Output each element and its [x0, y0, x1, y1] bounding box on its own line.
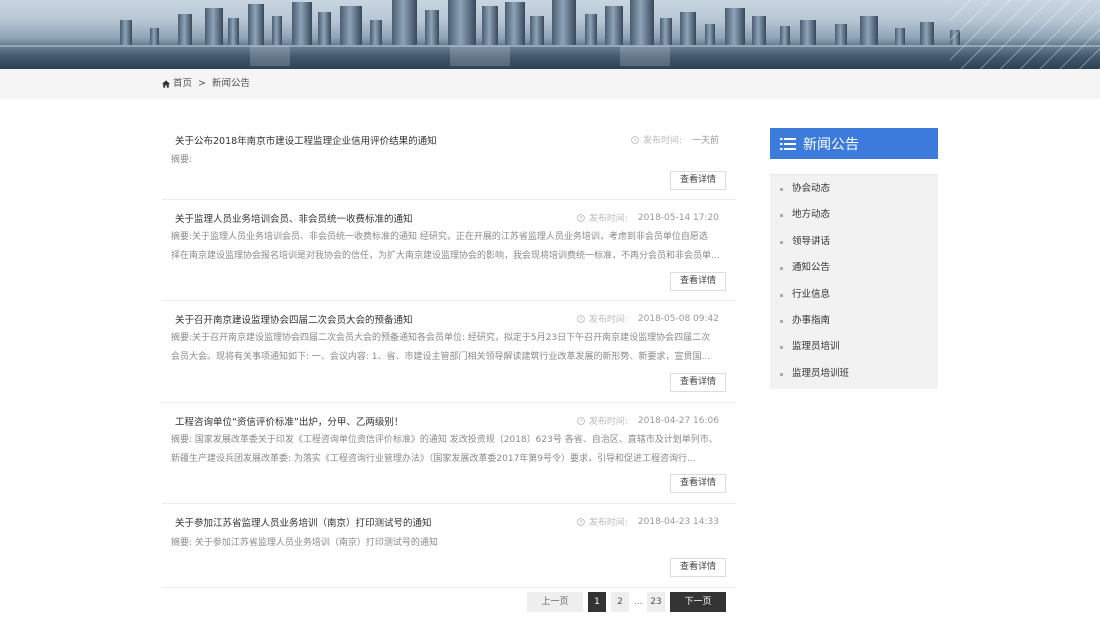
- header-banner: [0, 0, 1100, 69]
- article-title[interactable]: 工程咨询单位“资信评价标准”出炉，分甲、乙两级别！: [175, 414, 403, 428]
- article-item: 关于参加江苏省监理人员业务培训（南京）打印测试号的通知 发布时间: 2018-0…: [162, 504, 736, 588]
- clock-icon: [577, 314, 585, 323]
- article-title[interactable]: 关于公布2018年南京市建设工程监理企业信用评价结果的通知: [175, 133, 437, 147]
- article-date: 发布时间: 2018-04-27 16:06: [577, 414, 719, 427]
- sidebar-item-label: 监理员培训班: [792, 367, 850, 379]
- view-details-button[interactable]: 查看详情: [670, 474, 726, 493]
- article-item: 关于召开南京建设监理协会四届二次会员大会的预备通知 发布时间: 2018-05-…: [162, 301, 736, 403]
- article-summary: 摘要:关于监理人员业务培训会员、非会员统一收费标准的通知 经研究，正在开展的江苏…: [171, 228, 727, 266]
- article-summary: 摘要:: [171, 151, 727, 170]
- bullet-icon: [780, 188, 783, 191]
- article-title[interactable]: 关于参加江苏省监理人员业务培训（南京）打印测试号的通知: [175, 515, 432, 529]
- date-value: 2018-04-23 14:33: [637, 516, 719, 527]
- pagination: 上一页 1 2 ... 23 下一页: [527, 592, 726, 612]
- sidebar-item-supervisor-training[interactable]: 监理员培训: [770, 334, 938, 360]
- summary-line: 摘要:关于召开南京建设监理协会四届二次会员大会的预备通知各会员单位: 经研究，拟…: [171, 333, 711, 343]
- clock-icon: [577, 213, 585, 222]
- article-summary: 摘要: 关于参加江苏省监理人员业务培训（南京）打印测试号的通知: [171, 534, 727, 553]
- view-details-button[interactable]: 查看详情: [670, 373, 726, 392]
- date-label: 发布时间:: [588, 417, 628, 427]
- bullet-icon: [780, 214, 783, 218]
- date-value: 2018-05-08 09:42: [637, 313, 719, 324]
- sidebar-header: 新闻公告: [770, 128, 938, 159]
- article-title[interactable]: 关于监理人员业务培训会员、非会员统一收费标准的通知: [175, 211, 413, 225]
- article-item: 关于监理人员业务培训会员、非会员统一收费标准的通知 发布时间: 2018-05-…: [162, 200, 736, 301]
- home-icon: [162, 80, 170, 88]
- next-page-button[interactable]: 下一页: [670, 592, 726, 612]
- date-value: 一天前: [691, 136, 719, 146]
- article-date: 发布时间: 2018-05-08 09:42: [577, 312, 719, 325]
- bullet-icon: [780, 267, 783, 271]
- summary-line: 择在南京建设监理协会报名培训是对我协会的信任，为扩大南京建设监理协会的影响，我会…: [171, 251, 720, 261]
- article-title[interactable]: 关于召开南京建设监理协会四届二次会员大会的预备通知: [175, 312, 413, 326]
- bullet-icon: [780, 293, 783, 297]
- sidebar-item-supervisor-training-class[interactable]: 监理员培训班: [770, 361, 938, 387]
- summary-line: 会员大会。现将有关事项通知如下: 一、会议内容: 1、省、市建设主管部门相关领导…: [171, 352, 711, 362]
- summary-line: 新疆生产建设兵团发展改革委: 为落实《工程咨询行业管理办法》（国家发展改革委20…: [171, 454, 696, 464]
- page-number[interactable]: 1: [588, 592, 606, 612]
- sidebar-item-local-news[interactable]: 地方动态: [770, 202, 938, 228]
- sidebar-item-industry-info[interactable]: 行业信息: [770, 282, 938, 308]
- sidebar-item-label: 通知公告: [792, 262, 831, 274]
- view-details-button[interactable]: 查看详情: [670, 272, 726, 291]
- bullet-icon: [780, 346, 783, 350]
- sidebar-item-label: 办事指南: [792, 314, 831, 326]
- article-summary: 摘要: 国家发展改革委关于印发《工程咨询单位资信评价标准》的通知 发改投资规〔2…: [171, 431, 727, 469]
- breadcrumb-current: 新闻公告: [211, 78, 250, 89]
- bullet-icon: [780, 240, 783, 244]
- breadcrumb-home-link[interactable]: 首页: [173, 69, 192, 99]
- sidebar-item-label: 监理员培训: [792, 341, 840, 353]
- date-label: 发布时间:: [588, 518, 628, 528]
- sidebar-item-leader-speeches[interactable]: 领导讲话: [770, 229, 938, 255]
- clock-icon: [577, 416, 585, 425]
- article-date: 发布时间: 2018-05-14 17:20: [577, 211, 719, 224]
- breadcrumb-bar: 首页 > 新闻公告: [0, 69, 1100, 99]
- view-details-button[interactable]: 查看详情: [670, 171, 726, 190]
- sidebar-item-association-news[interactable]: 协会动态: [770, 176, 938, 202]
- article-list: 关于公布2018年南京市建设工程监理企业信用评价结果的通知 发布时间: 一天前 …: [162, 122, 736, 588]
- sidebar-item-label: 地方动态: [792, 209, 831, 221]
- sidebar-item-notices[interactable]: 通知公告: [770, 255, 938, 281]
- sidebar-title: 新闻公告: [803, 136, 859, 153]
- sidebar-item-label: 领导讲话: [792, 235, 831, 247]
- date-label: 发布时间:: [642, 136, 682, 146]
- clock-icon: [577, 517, 585, 526]
- bullet-icon: [780, 319, 783, 323]
- list-icon: [780, 137, 796, 150]
- date-value: 2018-05-14 17:20: [637, 212, 719, 223]
- summary-line: 摘要:关于监理人员业务培训会员、非会员统一收费标准的通知 经研究，正在开展的江苏…: [171, 232, 708, 242]
- sidebar-item-label: 行业信息: [792, 288, 831, 300]
- article-date: 发布时间: 2018-04-23 14:33: [577, 515, 719, 528]
- summary-line: 摘要: 关于参加江苏省监理人员业务培训（南京）打印测试号的通知: [171, 538, 438, 548]
- summary-line: 摘要:: [171, 155, 193, 165]
- breadcrumb: 首页 > 新闻公告: [162, 69, 250, 99]
- pagination-ellipsis: ...: [634, 597, 643, 607]
- sidebar-item-service-guide[interactable]: 办事指南: [770, 308, 938, 334]
- breadcrumb-separator: >: [198, 78, 206, 89]
- article-item: 关于公布2018年南京市建设工程监理企业信用评价结果的通知 发布时间: 一天前 …: [162, 122, 736, 200]
- date-label: 发布时间:: [588, 214, 628, 224]
- sidebar-item-label: 协会动态: [792, 183, 831, 194]
- sidebar: 新闻公告 协会动态 地方动态 领导讲话 通知公告 行业信息 办事指南 监理员培训…: [770, 128, 938, 390]
- clock-icon: [631, 135, 639, 144]
- page-number-last[interactable]: 23: [647, 592, 665, 612]
- page-number[interactable]: 2: [611, 592, 629, 612]
- date-value: 2018-04-27 16:06: [637, 415, 719, 426]
- prev-page-button[interactable]: 上一页: [527, 592, 583, 612]
- bullet-icon: [780, 372, 783, 376]
- article-summary: 摘要:关于召开南京建设监理协会四届二次会员大会的预备通知各会员单位: 经研究，拟…: [171, 329, 727, 367]
- sidebar-menu: 协会动态 地方动态 领导讲话 通知公告 行业信息 办事指南 监理员培训 监理员培…: [770, 174, 938, 390]
- article-date: 发布时间: 一天前: [631, 133, 719, 146]
- date-label: 发布时间:: [588, 315, 628, 325]
- article-item: 工程咨询单位“资信评价标准”出炉，分甲、乙两级别！ 发布时间: 2018-04-…: [162, 403, 736, 504]
- summary-line: 摘要: 国家发展改革委关于印发《工程咨询单位资信评价标准》的通知 发改投资规〔2…: [171, 435, 718, 445]
- view-details-button[interactable]: 查看详情: [670, 558, 726, 577]
